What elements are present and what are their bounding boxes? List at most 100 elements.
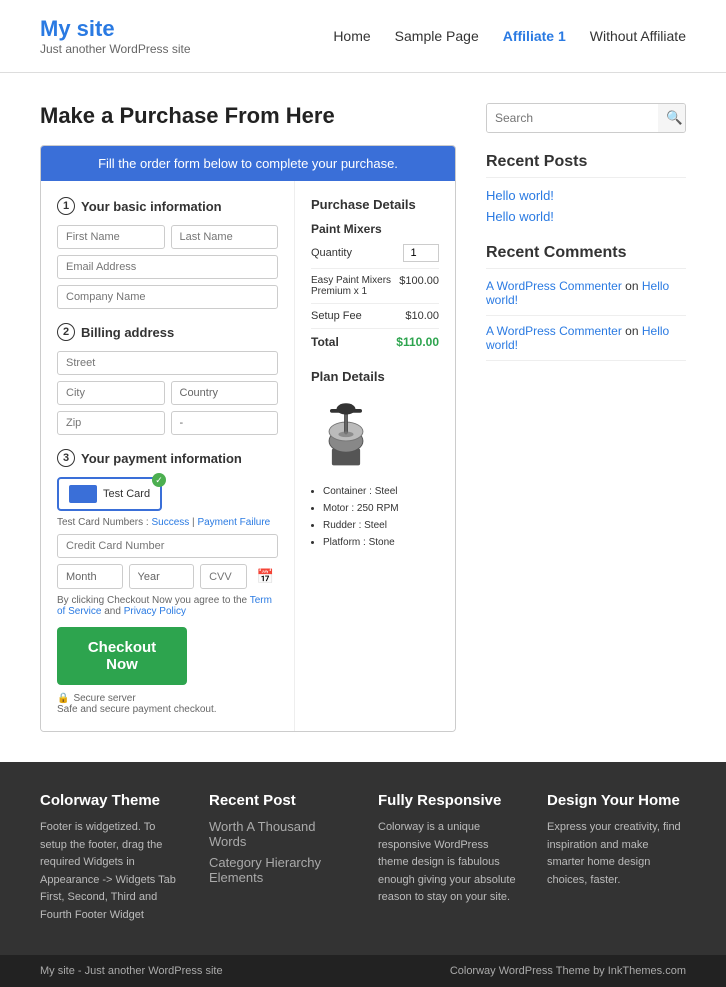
footer-post-link-2[interactable]: Category Hierarchy Elements: [209, 855, 348, 885]
footer-bottom-right: Colorway WordPress Theme by InkThemes.co…: [450, 965, 686, 977]
comment-author-2[interactable]: A WordPress Commenter: [486, 324, 622, 338]
section3-num: 3: [57, 449, 75, 467]
footer-col2-title: Recent Post: [209, 792, 348, 809]
site-tagline: Just another WordPress site: [40, 42, 191, 56]
year-select[interactable]: Year: [129, 564, 195, 589]
failure-link[interactable]: Payment Failure: [197, 517, 270, 528]
search-button[interactable]: 🔍: [658, 104, 686, 132]
footer-col3-title: Fully Responsive: [378, 792, 517, 809]
comment-1: A WordPress Commenter on Hello world!: [486, 279, 686, 316]
card-number-row: [57, 534, 278, 558]
total-row: Total $110.00: [311, 328, 439, 355]
footer-bottom: My site - Just another WordPress site Co…: [0, 955, 726, 987]
form-right: Purchase Details Paint Mixers Quantity E…: [295, 181, 455, 731]
email-input[interactable]: [57, 255, 278, 279]
footer-post-link-1[interactable]: Worth A Thousand Words: [209, 819, 348, 849]
company-input[interactable]: [57, 285, 278, 309]
form-left: 1 Your basic information: [41, 181, 295, 731]
sidebar: 🔍 Recent Posts Hello world! Hello world!…: [486, 103, 686, 732]
checkout-button[interactable]: Checkout Now: [57, 627, 187, 685]
calendar-icon: 📅: [253, 564, 278, 589]
card-icon: [69, 485, 97, 503]
recent-posts-section: Recent Posts Hello world! Hello world!: [486, 153, 686, 224]
footer-bottom-left: My site - Just another WordPress site: [40, 965, 223, 977]
search-icon: 🔍: [666, 110, 683, 125]
last-name-input[interactable]: [171, 225, 279, 249]
success-link[interactable]: Success: [151, 517, 189, 528]
recent-post-1[interactable]: Hello world!: [486, 188, 686, 203]
card-label: Test Card: [103, 488, 150, 500]
footer-main: Colorway Theme Footer is widgetized. To …: [0, 762, 726, 955]
card-select-area: Test Card ✓: [57, 477, 278, 511]
card-btn[interactable]: Test Card ✓: [57, 477, 162, 511]
footer-col1: Colorway Theme Footer is widgetized. To …: [40, 792, 179, 925]
search-input[interactable]: [487, 104, 658, 132]
plan-title: Plan Details: [311, 369, 439, 384]
item-row: Easy Paint Mixers Premium x 1 $100.00: [311, 268, 439, 303]
content-area: Make a Purchase From Here Fill the order…: [40, 103, 456, 732]
feature-motor: Motor : 250 RPM: [323, 500, 439, 517]
zip-input[interactable]: [57, 411, 165, 435]
street-row: [57, 351, 278, 375]
order-form-container: Fill the order form below to complete yo…: [40, 145, 456, 732]
city-input[interactable]: [57, 381, 165, 405]
footer-col2: Recent Post Worth A Thousand Words Categ…: [209, 792, 348, 925]
comment-author-1[interactable]: A WordPress Commenter: [486, 279, 622, 293]
comment-on-1: on: [625, 279, 638, 293]
comment-2: A WordPress Commenter on Hello world!: [486, 324, 686, 361]
footer: Colorway Theme Footer is widgetized. To …: [0, 762, 726, 987]
nav-sample-page[interactable]: Sample Page: [395, 28, 479, 44]
plan-features: Container : Steel Motor : 250 RPM Rudder…: [311, 483, 439, 551]
company-row: [57, 285, 278, 309]
setup-price: $10.00: [405, 310, 439, 322]
total-value: $110.00: [396, 335, 439, 349]
site-header: My site Just another WordPress site Home…: [0, 0, 726, 73]
footer-col4-title: Design Your Home: [547, 792, 686, 809]
street-input[interactable]: [57, 351, 278, 375]
comment-on-2: on: [625, 324, 638, 338]
footer-col1-title: Colorway Theme: [40, 792, 179, 809]
lock-icon: 🔒: [57, 693, 69, 704]
total-label: Total: [311, 335, 339, 349]
form-body: 1 Your basic information: [41, 181, 455, 731]
card-details-row: Month Year 📅: [57, 564, 278, 589]
plan-image: [311, 392, 439, 475]
item-price: $100.00: [399, 275, 439, 297]
feature-container: Container : Steel: [323, 483, 439, 500]
purchase-title: Purchase Details: [311, 197, 439, 212]
privacy-link[interactable]: Privacy Policy: [124, 606, 186, 617]
city-country-row: Country: [57, 381, 278, 405]
section2-num: 2: [57, 323, 75, 341]
nav-without-affiliate[interactable]: Without Affiliate: [590, 28, 686, 44]
site-title: My site: [40, 16, 191, 42]
first-name-input[interactable]: [57, 225, 165, 249]
country-select[interactable]: Country: [171, 381, 279, 405]
recent-post-2[interactable]: Hello world!: [486, 209, 686, 224]
dash-select[interactable]: -: [171, 411, 279, 435]
section1-num: 1: [57, 197, 75, 215]
card-number-input[interactable]: [57, 534, 278, 558]
recent-comments-title: Recent Comments: [486, 244, 686, 269]
footer-col4-text: Express your creativity, find inspiratio…: [547, 819, 686, 889]
qty-label: Quantity: [311, 247, 352, 259]
qty-input[interactable]: [403, 244, 439, 262]
product-name: Paint Mixers: [311, 222, 439, 236]
item-label: Easy Paint Mixers Premium x 1: [311, 275, 399, 297]
month-select[interactable]: Month: [57, 564, 123, 589]
zip-dash-row: -: [57, 411, 278, 435]
name-row: [57, 225, 278, 249]
main-nav: Home Sample Page Affiliate 1 Without Aff…: [333, 28, 686, 44]
test-card-links: Test Card Numbers : Success | Payment Fa…: [57, 517, 278, 528]
footer-col1-text: Footer is widgetized. To setup the foote…: [40, 819, 179, 925]
nav-affiliate1[interactable]: Affiliate 1: [503, 28, 566, 44]
setup-label: Setup Fee: [311, 310, 362, 322]
qty-row: Quantity: [311, 244, 439, 262]
nav-home[interactable]: Home: [333, 28, 370, 44]
footer-col3: Fully Responsive Colorway is a unique re…: [378, 792, 517, 925]
feature-rudder: Rudder : Steel: [323, 517, 439, 534]
site-branding: My site Just another WordPress site: [40, 16, 191, 56]
section2-title: 2 Billing address: [57, 323, 278, 341]
recent-posts-title: Recent Posts: [486, 153, 686, 178]
recent-comments-section: Recent Comments A WordPress Commenter on…: [486, 244, 686, 361]
cvv-input[interactable]: [200, 564, 247, 589]
